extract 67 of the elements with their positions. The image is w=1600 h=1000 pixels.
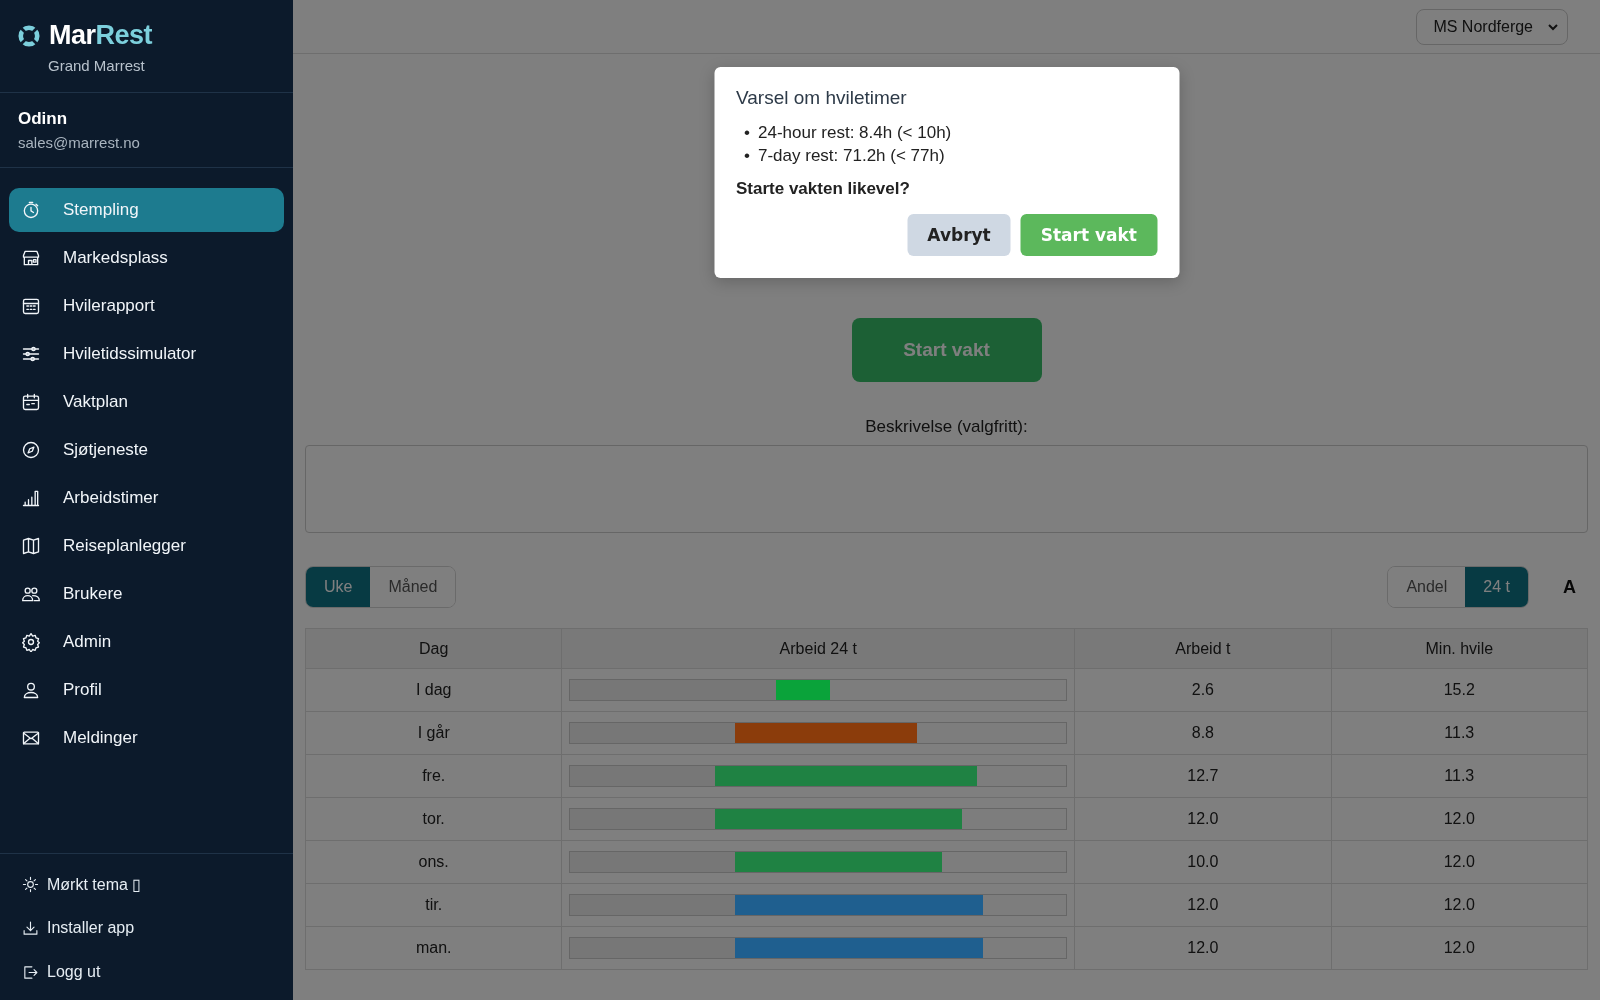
vessel-select[interactable]: MS Nordferge xyxy=(1416,8,1568,45)
person-icon xyxy=(21,680,41,700)
table-cell: fre. xyxy=(305,754,562,798)
table-cell: tir. xyxy=(305,883,562,927)
table-cell: man. xyxy=(305,926,562,970)
table-cell: 2.6 xyxy=(1074,668,1332,712)
storefront-icon xyxy=(21,248,41,268)
table-cell: 12.0 xyxy=(1074,926,1332,970)
bar-chart-icon xyxy=(21,488,41,508)
table-cell: I går xyxy=(305,711,562,755)
table-cell: 8.8 xyxy=(1074,711,1332,755)
sidebar-link[interactable]: Mørkt tema ▯ xyxy=(0,862,293,906)
lifebuoy-icon xyxy=(18,24,40,47)
app-logo-text: MarRest xyxy=(49,20,153,51)
sidebar-item[interactable]: Hviletidssimulator xyxy=(9,332,284,376)
sidebar-item[interactable]: Admin xyxy=(9,620,284,664)
warning-item: • 24-hour rest: 8.4h (< 10h) xyxy=(744,122,953,144)
table-cell: 12.0 xyxy=(1331,926,1588,970)
table-cell: 12.0 xyxy=(1074,797,1332,841)
table-cell: 12.0 xyxy=(1331,797,1588,841)
sidebar-item[interactable]: Profil xyxy=(9,668,284,712)
company-name: Grand Marrest xyxy=(47,56,146,76)
font-size-button[interactable]: A xyxy=(1563,576,1576,598)
table-cell: ons. xyxy=(305,840,562,884)
gear-icon xyxy=(21,632,41,652)
table-cell: 12.0 xyxy=(1331,840,1588,884)
sidebar-link[interactable]: Installer app xyxy=(0,906,293,950)
table-cell: 10.0 xyxy=(1074,840,1332,884)
table-cell: 12.0 xyxy=(1331,883,1588,927)
sidebar-item[interactable]: Sjøtjeneste xyxy=(9,428,284,472)
download-icon xyxy=(22,919,39,937)
sidebar-link[interactable]: Logg ut xyxy=(0,950,293,994)
sidebar-item[interactable]: Reiseplanlegger xyxy=(9,524,284,568)
table-cell: 11.3 xyxy=(1331,754,1588,798)
calendar-grid-icon xyxy=(21,296,41,316)
sidebar-item[interactable]: Vaktplan xyxy=(9,380,284,424)
table-cell: 12.0 xyxy=(1074,883,1332,927)
column-header: Min. hvile xyxy=(1331,628,1588,669)
cancel-button[interactable]: Avbryt xyxy=(907,214,1011,256)
table-cell: I dag xyxy=(305,668,562,712)
table-cell: 12.7 xyxy=(1074,754,1332,798)
map-icon xyxy=(21,536,41,556)
sidebar-item[interactable]: Arbeidstimer xyxy=(9,476,284,520)
dialog-title: Varsel om hviletimer xyxy=(736,87,908,109)
compass-icon xyxy=(21,440,41,460)
column-header: Arbeid t xyxy=(1074,628,1332,669)
dialog-question: Starte vakten likevel? xyxy=(736,179,911,199)
calendar-icon xyxy=(21,392,41,412)
sidebar-item[interactable]: Stempling xyxy=(9,188,284,232)
sidebar-item[interactable]: Meldinger xyxy=(9,716,284,760)
table-cell: 11.3 xyxy=(1331,711,1588,755)
logout-icon xyxy=(22,963,39,981)
user-name: Odinn xyxy=(18,109,69,129)
sidebar-item[interactable]: Markedsplass xyxy=(9,236,284,280)
sliders-icon xyxy=(21,344,41,364)
table-cell: tor. xyxy=(305,797,562,841)
column-header: Dag xyxy=(305,628,562,669)
description-field[interactable] xyxy=(305,445,1588,533)
sidebar-item[interactable]: Hvilerapport xyxy=(9,284,284,328)
warning-item: • 7-day rest: 71.2h (< 77h) xyxy=(744,145,946,167)
column-header: Arbeid 24 t xyxy=(561,628,1075,669)
sun-icon xyxy=(22,875,39,893)
description-label: Beskrivelse (valgfritt): xyxy=(864,417,1029,437)
user-email: sales@marrest.no xyxy=(18,134,141,151)
sidebar-item[interactable]: Brukere xyxy=(9,572,284,616)
table-cell: 15.2 xyxy=(1331,668,1588,712)
stopwatch-icon xyxy=(21,200,41,220)
